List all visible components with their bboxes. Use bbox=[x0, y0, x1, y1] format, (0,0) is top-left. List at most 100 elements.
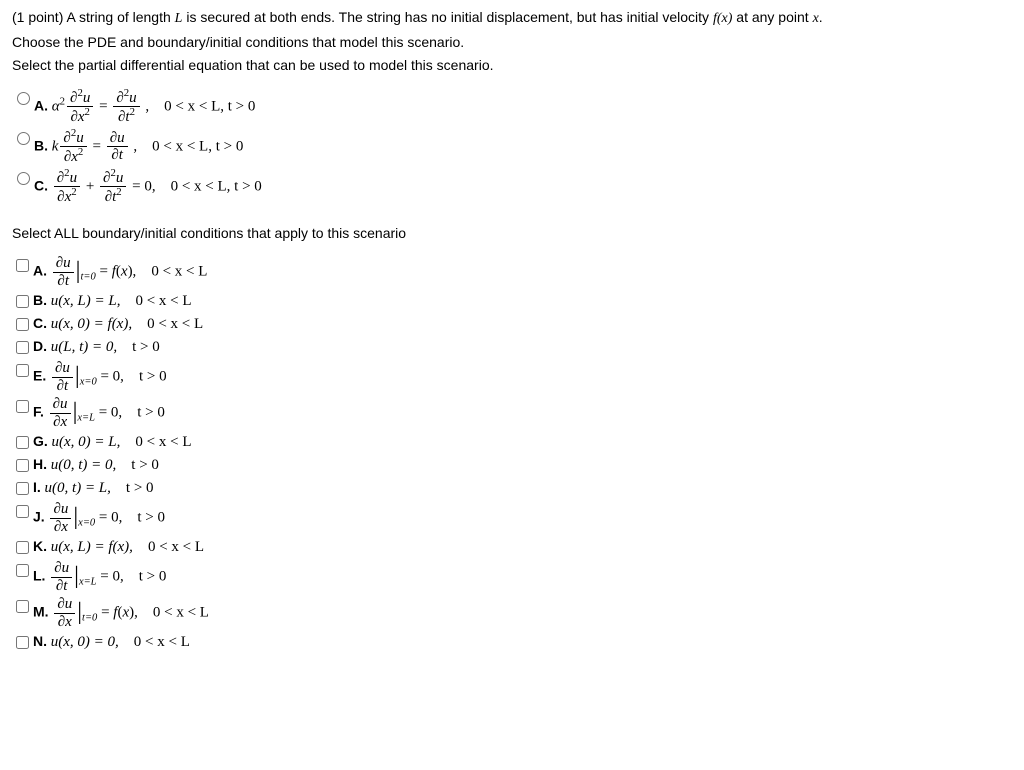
bc-check-g[interactable] bbox=[16, 436, 29, 449]
bc-options: A. ∂u∂t|t=0 = f(x), 0 < x < L B. u(x, L)… bbox=[12, 255, 1012, 653]
bc-e-letter: E. bbox=[33, 368, 46, 384]
bc-g-letter: G. bbox=[33, 433, 48, 449]
bc-n-eq: u(x, 0) = 0, bbox=[51, 634, 119, 650]
points: (1 point) bbox=[12, 9, 63, 25]
bc-option-k: K. u(x, L) = f(x), 0 < x < L bbox=[12, 537, 1012, 558]
bc-option-n: N. u(x, 0) = 0, 0 < x < L bbox=[12, 632, 1012, 653]
bc-f-letter: F. bbox=[33, 404, 44, 420]
bc-check-i[interactable] bbox=[16, 482, 29, 495]
bc-label-g: G. u(x, 0) = L, 0 < x < L bbox=[33, 432, 192, 453]
bc-label-f: F. ∂u∂x|x=L = 0, t > 0 bbox=[33, 396, 165, 430]
pde-b-domain: 0 < x < L, t > 0 bbox=[152, 138, 243, 154]
bc-check-a[interactable] bbox=[16, 259, 29, 272]
bc-option-j: J. ∂u∂x|x=0 = 0, t > 0 bbox=[12, 501, 1012, 535]
pde-option-b: B. k∂2u∂x2 = ∂u∂t , 0 < x < L, t > 0 bbox=[12, 128, 1012, 166]
bc-check-e[interactable] bbox=[16, 364, 29, 377]
bc-option-f: F. ∂u∂x|x=L = 0, t > 0 bbox=[12, 396, 1012, 430]
bc-option-a: A. ∂u∂t|t=0 = f(x), 0 < x < L bbox=[12, 255, 1012, 289]
bc-n-letter: N. bbox=[33, 633, 47, 649]
bc-check-m[interactable] bbox=[16, 600, 29, 613]
bc-i-domain: t > 0 bbox=[126, 480, 154, 496]
bc-label-d: D. u(L, t) = 0, t > 0 bbox=[33, 337, 160, 358]
bc-label-k: K. u(x, L) = f(x), 0 < x < L bbox=[33, 537, 204, 558]
bc-b-domain: 0 < x < L bbox=[135, 293, 191, 309]
bc-h-eq: u(0, t) = 0, bbox=[51, 457, 117, 473]
bc-label-a: A. ∂u∂t|t=0 = f(x), 0 < x < L bbox=[33, 255, 207, 289]
length-var: L bbox=[175, 11, 183, 26]
bc-g-eq: u(x, 0) = L, bbox=[52, 434, 121, 450]
bc-label-l: L. ∂u∂t|x=L = 0, t > 0 bbox=[33, 560, 166, 594]
pde-options: A. α2∂2u∂x2 = ∂2u∂t2 , 0 < x < L, t > 0 … bbox=[12, 88, 1012, 206]
bc-label-m: M. ∂u∂x|t=0 = f(x), 0 < x < L bbox=[33, 596, 209, 630]
bc-a-domain: 0 < x < L bbox=[151, 264, 207, 280]
bc-l-letter: L. bbox=[33, 568, 45, 584]
bc-g-domain: 0 < x < L bbox=[135, 434, 191, 450]
bc-option-i: I. u(0, t) = L, t > 0 bbox=[12, 478, 1012, 499]
pde-label-a: A. α2∂2u∂x2 = ∂2u∂t2 , 0 < x < L, t > 0 bbox=[34, 88, 255, 126]
bc-a-letter: A. bbox=[33, 263, 47, 279]
pde-option-a: A. α2∂2u∂x2 = ∂2u∂t2 , 0 < x < L, t > 0 bbox=[12, 88, 1012, 126]
pde-c-letter: C. bbox=[34, 177, 48, 193]
bc-h-letter: H. bbox=[33, 456, 47, 472]
bc-d-eq: u(L, t) = 0, bbox=[51, 339, 117, 355]
q-text-4: . bbox=[819, 9, 823, 25]
bc-d-domain: t > 0 bbox=[132, 339, 160, 355]
instruction-line-2: Choose the PDE and boundary/initial cond… bbox=[12, 33, 1012, 53]
bc-option-c: C. u(x, 0) = f(x), 0 < x < L bbox=[12, 314, 1012, 335]
bc-label-n: N. u(x, 0) = 0, 0 < x < L bbox=[33, 632, 190, 653]
bc-option-m: M. ∂u∂x|t=0 = f(x), 0 < x < L bbox=[12, 596, 1012, 630]
bc-f-domain: t > 0 bbox=[137, 405, 165, 421]
vel-func: f(x) bbox=[713, 11, 732, 26]
bc-label-i: I. u(0, t) = L, t > 0 bbox=[33, 478, 154, 499]
pde-radio-c[interactable] bbox=[17, 172, 30, 185]
bc-k-letter: K. bbox=[33, 538, 47, 554]
q-text-3: at any point bbox=[736, 9, 808, 25]
question-text: (1 point) A string of length L is secure… bbox=[12, 8, 1012, 29]
pde-label-c: C. ∂2u∂x2 + ∂2u∂t2 = 0, 0 < x < L, t > 0 bbox=[34, 168, 262, 206]
bc-c-eq: u(x, 0) = f(x), bbox=[51, 316, 132, 332]
bc-c-letter: C. bbox=[33, 315, 47, 331]
bc-j-domain: t > 0 bbox=[137, 510, 165, 526]
section-2-label: Select ALL boundary/initial conditions t… bbox=[12, 224, 1012, 244]
q-text-2: is secured at both ends. The string has … bbox=[186, 9, 709, 25]
q-text-1: A string of length bbox=[66, 9, 170, 25]
bc-check-b[interactable] bbox=[16, 295, 29, 308]
pde-radio-b[interactable] bbox=[17, 132, 30, 145]
bc-c-domain: 0 < x < L bbox=[147, 316, 203, 332]
instruction-line-3: Select the partial differential equation… bbox=[12, 56, 1012, 76]
bc-label-e: E. ∂u∂t|x=0 = 0, t > 0 bbox=[33, 360, 167, 394]
bc-l-domain: t > 0 bbox=[139, 569, 167, 585]
pde-radio-a[interactable] bbox=[17, 92, 30, 105]
bc-h-domain: t > 0 bbox=[131, 457, 159, 473]
bc-label-c: C. u(x, 0) = f(x), 0 < x < L bbox=[33, 314, 203, 335]
bc-option-e: E. ∂u∂t|x=0 = 0, t > 0 bbox=[12, 360, 1012, 394]
bc-label-h: H. u(0, t) = 0, t > 0 bbox=[33, 455, 159, 476]
pde-a-letter: A. bbox=[34, 97, 48, 113]
bc-label-j: J. ∂u∂x|x=0 = 0, t > 0 bbox=[33, 501, 165, 535]
bc-m-letter: M. bbox=[33, 604, 49, 620]
bc-e-domain: t > 0 bbox=[139, 369, 167, 385]
bc-check-k[interactable] bbox=[16, 541, 29, 554]
bc-check-h[interactable] bbox=[16, 459, 29, 472]
bc-check-f[interactable] bbox=[16, 400, 29, 413]
bc-check-l[interactable] bbox=[16, 564, 29, 577]
bc-check-j[interactable] bbox=[16, 505, 29, 518]
pde-b-letter: B. bbox=[34, 137, 48, 153]
pde-label-b: B. k∂2u∂x2 = ∂u∂t , 0 < x < L, t > 0 bbox=[34, 128, 243, 166]
pde-option-c: C. ∂2u∂x2 + ∂2u∂t2 = 0, 0 < x < L, t > 0 bbox=[12, 168, 1012, 206]
pde-c-domain: 0 < x < L, t > 0 bbox=[171, 178, 262, 194]
bc-d-letter: D. bbox=[33, 338, 47, 354]
bc-check-c[interactable] bbox=[16, 318, 29, 331]
bc-i-eq: u(0, t) = L, bbox=[45, 480, 111, 496]
bc-option-l: L. ∂u∂t|x=L = 0, t > 0 bbox=[12, 560, 1012, 594]
bc-check-n[interactable] bbox=[16, 636, 29, 649]
pde-a-domain: 0 < x < L, t > 0 bbox=[164, 98, 255, 114]
bc-option-b: B. u(x, L) = L, 0 < x < L bbox=[12, 291, 1012, 312]
bc-label-b: B. u(x, L) = L, 0 < x < L bbox=[33, 291, 192, 312]
bc-option-h: H. u(0, t) = 0, t > 0 bbox=[12, 455, 1012, 476]
bc-k-domain: 0 < x < L bbox=[148, 539, 204, 555]
bc-n-domain: 0 < x < L bbox=[134, 634, 190, 650]
bc-check-d[interactable] bbox=[16, 341, 29, 354]
bc-m-domain: 0 < x < L bbox=[153, 605, 209, 621]
bc-b-eq: u(x, L) = L, bbox=[51, 293, 121, 309]
